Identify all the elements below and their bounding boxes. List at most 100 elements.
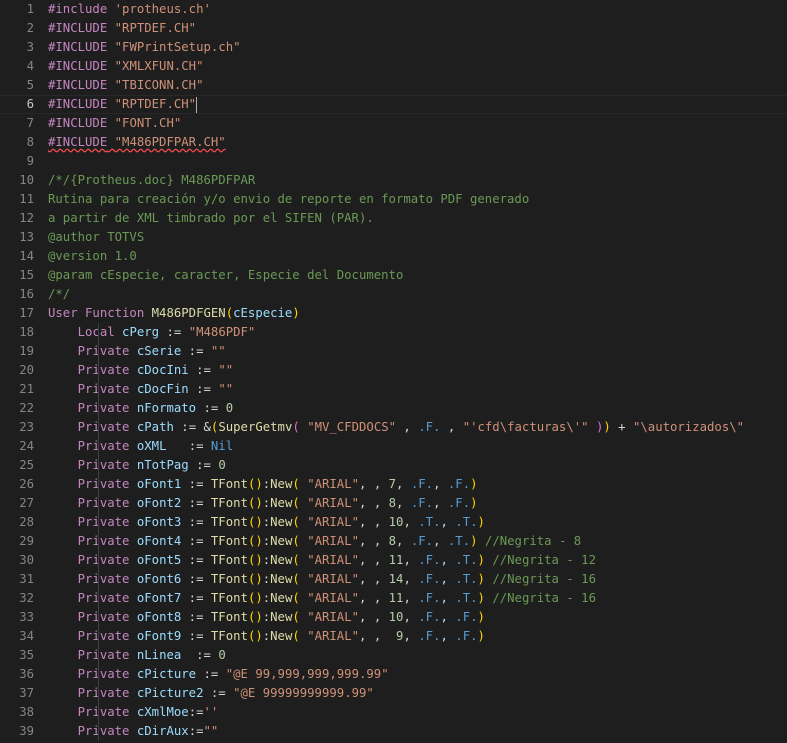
code-text[interactable]: #INCLUDE "RPTDEF.CH" [34, 95, 787, 114]
code-line[interactable]: 18 Local cPerg := "M486PDF" [0, 323, 787, 342]
code-line[interactable]: 15 @param cEspecie, caracter, Especie del… [0, 266, 787, 285]
code-text[interactable]: User Function M486PDFGEN(cEspecie) [34, 304, 787, 323]
code-token: Private [77, 439, 137, 453]
code-line[interactable]: 22 Private nFormato := 0 [0, 399, 787, 418]
code-line[interactable]: 33 Private oFont8 := TFont():New( "ARIAL… [0, 608, 787, 627]
code-token: ( [292, 496, 300, 510]
code-token: := [181, 553, 211, 567]
code-text[interactable]: Private cXmlMoe:='' [34, 703, 787, 722]
code-text[interactable]: #INCLUDE "TBICONN.CH" [34, 76, 787, 95]
code-line[interactable]: 37 Private cPicture2 := "@E 99999999999.… [0, 684, 787, 703]
code-line[interactable]: 28 Private oFont3 := TFont():New( "ARIAL… [0, 513, 787, 532]
code-text[interactable]: Private oFont7 := TFont():New( "ARIAL", … [34, 589, 787, 608]
code-text[interactable]: #INCLUDE "M486PDFPAR.CH" [34, 133, 787, 152]
code-line[interactable]: 39 Private cDirAux:="" [0, 722, 787, 741]
code-line[interactable]: 32 Private oFont7 := TFont():New( "ARIAL… [0, 589, 787, 608]
code-text[interactable]: @author TOTVS [34, 228, 787, 247]
code-text[interactable]: a partir de XML timbrado por el SIFEN (P… [34, 209, 787, 228]
code-token: .F. [447, 496, 471, 510]
code-line[interactable]: 36 Private cPicture := "@E 99,999,999,99… [0, 665, 787, 684]
code-line[interactable]: 23 Private cPath := &(SuperGetmv( "MV_CF… [0, 418, 787, 437]
code-text[interactable]: Private nLinea := 0 [34, 646, 787, 665]
code-line[interactable]: 27 Private oFont2 := TFont():New( "ARIAL… [0, 494, 787, 513]
code-text[interactable]: @version 1.0 [34, 247, 787, 266]
code-line[interactable]: 17 User Function M486PDFGEN(cEspecie) [0, 304, 787, 323]
code-text[interactable]: Private oXML := Nil [34, 437, 787, 456]
code-text[interactable]: Private oFont3 := TFont():New( "ARIAL", … [34, 513, 787, 532]
code-text[interactable] [34, 152, 787, 171]
code-editor[interactable]: 1 #include 'protheus.ch' 2 #INCLUDE "RPTDEF… [0, 0, 787, 743]
code-line[interactable]: 9 [0, 152, 787, 171]
code-line[interactable]: 4 #INCLUDE "XMLXFUN.CH" [0, 57, 787, 76]
code-text[interactable]: Private oFont1 := TFont():New( "ARIAL", … [34, 475, 787, 494]
code-text[interactable]: #INCLUDE "XMLXFUN.CH" [34, 57, 787, 76]
code-line[interactable]: 10 /*/{Protheus.doc} M486PDFPAR [0, 171, 787, 190]
code-token: cEspecie [233, 306, 293, 320]
code-line[interactable]: 26 Private oFont1 := TFont():New( "ARIAL… [0, 475, 787, 494]
code-line[interactable]: 38 Private cXmlMoe:='' [0, 703, 787, 722]
code-line[interactable]: 7 #INCLUDE "FONT.CH" [0, 114, 787, 133]
code-text[interactable]: #INCLUDE "FONT.CH" [34, 114, 787, 133]
code-text[interactable]: Private cPicture := "@E 99,999,999,999.9… [34, 665, 787, 684]
code-line[interactable]: 12 a partir de XML timbrado por el SIFEN … [0, 209, 787, 228]
indent-guide [98, 399, 99, 418]
code-line[interactable]: 19 Private cSerie := "" [0, 342, 787, 361]
code-line[interactable]: 20 Private cDocIni := "" [0, 361, 787, 380]
indent-guide [98, 570, 99, 589]
code-line[interactable]: 14 @version 1.0 [0, 247, 787, 266]
code-token: .T. [455, 553, 478, 567]
code-line[interactable]: 35 Private nLinea := 0 [0, 646, 787, 665]
code-token: "ARIAL" [307, 477, 360, 491]
code-line[interactable]: 5 #INCLUDE "TBICONN.CH" [0, 76, 787, 95]
code-text[interactable]: Private nTotPag := 0 [34, 456, 787, 475]
code-line[interactable]: 24 Private oXML := Nil [0, 437, 787, 456]
code-token: := [188, 363, 219, 377]
code-token: .F. [418, 420, 441, 434]
code-line[interactable]: 3 #INCLUDE "FWPrintSetup.ch" [0, 38, 787, 57]
code-line[interactable]: 25 Private nTotPag := 0 [0, 456, 787, 475]
code-line[interactable]: 21 Private cDocFin := "" [0, 380, 787, 399]
code-text[interactable]: Private cDocFin := "" [34, 380, 787, 399]
code-token: ( [292, 553, 300, 567]
code-text[interactable]: Private cPath := &(SuperGetmv( "MV_CFDDO… [34, 418, 787, 437]
code-text[interactable]: /*/ [34, 285, 787, 304]
code-token: "" [218, 363, 234, 377]
code-text[interactable]: #INCLUDE "RPTDEF.CH" [34, 19, 787, 38]
code-text[interactable]: Private cDirAux:="" [34, 722, 787, 741]
code-text[interactable]: Private cDocIni := "" [34, 361, 787, 380]
code-token: ) [292, 306, 300, 320]
code-text[interactable]: Private oFont8 := TFont():New( "ARIAL", … [34, 608, 787, 627]
code-line[interactable]: 13 @author TOTVS [0, 228, 787, 247]
code-line[interactable]: 31 Private oFont6 := TFont():New( "ARIAL… [0, 570, 787, 589]
code-text[interactable]: Private cPicture2 := "@E 99999999999.99" [34, 684, 787, 703]
code-text[interactable]: Private nFormato := 0 [34, 399, 787, 418]
code-text[interactable]: Private oFont5 := TFont():New( "ARIAL", … [34, 551, 787, 570]
code-line[interactable]: 30 Private oFont5 := TFont():New( "ARIAL… [0, 551, 787, 570]
code-line[interactable]: 29 Private oFont4 := TFont():New( "ARIAL… [0, 532, 787, 551]
code-text[interactable]: Private oFont4 := TFont():New( "ARIAL", … [34, 532, 787, 551]
code-token: oXML [136, 439, 167, 453]
code-line[interactable]: 8 #INCLUDE "M486PDFPAR.CH" [0, 133, 787, 152]
code-text[interactable]: #INCLUDE "FWPrintSetup.ch" [34, 38, 787, 57]
code-text[interactable]: Private oFont6 := TFont():New( "ARIAL", … [34, 570, 787, 589]
code-line[interactable]: 34 Private oFont9 := TFont():New( "ARIAL… [0, 627, 787, 646]
code-token: := [196, 401, 226, 415]
code-text[interactable]: Rutina para creación y/o envio de report… [34, 190, 787, 209]
code-token: 11 [388, 591, 404, 605]
code-line[interactable]: 6 #INCLUDE "RPTDEF.CH" [0, 95, 787, 114]
code-text[interactable]: Private oFont9 := TFont():New( "ARIAL", … [34, 627, 787, 646]
code-text[interactable]: #include 'protheus.ch' [34, 0, 787, 19]
code-line[interactable]: 11 Rutina para creación y/o envio de repo… [0, 190, 787, 209]
code-token: := [181, 648, 219, 662]
code-text[interactable]: /*/{Protheus.doc} M486PDFPAR [34, 171, 787, 190]
code-text[interactable]: Local cPerg := "M486PDF" [34, 323, 787, 342]
code-line[interactable]: 16 /*/ [0, 285, 787, 304]
code-text[interactable]: Private oFont2 := TFont():New( "ARIAL", … [34, 494, 787, 513]
line-number: 34 [19, 629, 34, 643]
code-text[interactable]: Private cSerie := "" [34, 342, 787, 361]
code-token: := [188, 705, 204, 719]
text-cursor [196, 96, 198, 113]
code-text[interactable]: @param cEspecie, caracter, Especie del D… [34, 266, 787, 285]
code-line[interactable]: 1 #include 'protheus.ch' [0, 0, 787, 19]
code-line[interactable]: 2 #INCLUDE "RPTDEF.CH" [0, 19, 787, 38]
